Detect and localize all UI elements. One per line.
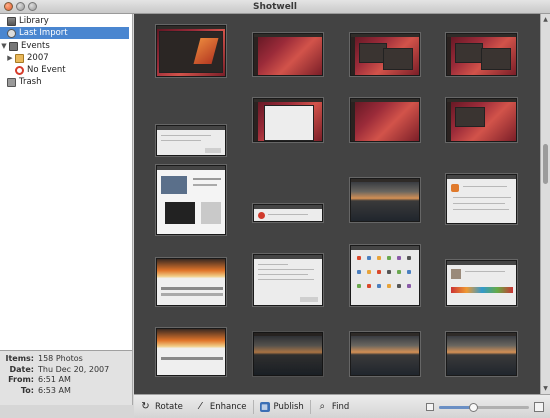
toolbar-separator [309, 399, 311, 414]
zoom-control [426, 402, 544, 412]
photo-grid[interactable] [134, 14, 540, 394]
photo-thumbnail[interactable] [253, 98, 323, 142]
photo-thumbnail[interactable] [253, 332, 323, 376]
sidebar-item-label: 2007 [27, 53, 49, 63]
toolbar-separator [252, 399, 254, 414]
sidebar-item-label: Trash [19, 77, 42, 87]
zoom-slider-handle[interactable] [469, 402, 479, 412]
publish-button[interactable]: ▦ Publish [259, 401, 304, 412]
info-date-row: Date: Thu Dec 20, 2007 [4, 365, 128, 376]
photo-thumbnail[interactable] [446, 260, 517, 306]
events-icon [9, 41, 18, 51]
info-from-row: From: 6:51 AM [4, 375, 128, 386]
window-title: Shotwell [253, 1, 297, 12]
title-bar: Shotwell [0, 0, 550, 14]
info-items-row: Items: 158 Photos [4, 354, 128, 365]
scroll-down-icon[interactable]: ▼ [542, 385, 549, 392]
info-value: Thu Dec 20, 2007 [38, 364, 110, 374]
expander-down-icon[interactable]: ▼ [1, 42, 7, 50]
publish-icon: ▦ [259, 401, 270, 412]
minimize-window-button[interactable] [16, 2, 25, 11]
photo-thumbnail[interactable] [156, 25, 226, 77]
sidebar-item-label: Last Import [19, 28, 68, 38]
no-event-icon [15, 65, 24, 75]
sidebar-item-library[interactable]: Library [7, 15, 49, 27]
sidebar-item-2007[interactable]: ▶ 2007 [7, 52, 49, 64]
import-icon [7, 28, 16, 38]
enhance-label: Enhance [209, 401, 247, 412]
find-label: Find [331, 401, 350, 412]
close-window-button[interactable] [4, 2, 13, 11]
sidebar-item-last-import[interactable]: Last Import [0, 27, 129, 39]
zoom-slider[interactable] [439, 402, 529, 412]
publish-label: Publish [273, 401, 304, 412]
info-key: Items: [5, 354, 34, 363]
sidebar-item-label: No Event [27, 65, 66, 75]
info-panel: Items: 158 Photos Date: Thu Dec 20, 2007… [0, 350, 133, 405]
photo-thumbnail[interactable] [156, 258, 226, 306]
window-controls [4, 2, 37, 11]
photo-thumbnail[interactable] [446, 332, 517, 376]
photo-thumbnail[interactable] [253, 204, 323, 222]
photo-thumbnail[interactable] [253, 33, 323, 76]
info-to-row: To: 6:53 AM [4, 386, 128, 397]
photo-thumbnail[interactable] [156, 125, 226, 156]
sidebar-item-no-event[interactable]: No Event [15, 64, 66, 76]
photo-thumbnail[interactable] [156, 165, 226, 235]
sidebar-item-label: Library [19, 16, 49, 26]
enhance-wand-icon: ⁄ [199, 401, 202, 412]
info-key: From: [8, 375, 34, 384]
library-icon [7, 16, 16, 26]
rotate-label: Rotate [155, 401, 183, 412]
zoom-out-icon[interactable] [426, 403, 434, 411]
photo-thumbnail[interactable] [156, 328, 226, 376]
photo-thumbnail[interactable] [446, 174, 517, 224]
photo-thumbnail[interactable] [446, 33, 517, 76]
zoom-in-icon[interactable] [534, 402, 544, 412]
expander-right-icon[interactable]: ▶ [7, 54, 13, 62]
info-key: To: [20, 385, 34, 395]
photo-thumbnail[interactable] [350, 98, 420, 142]
info-value: 158 Photos [38, 354, 83, 363]
sidebar-item-label: Events [21, 41, 50, 51]
zoom-slider-fill [439, 405, 474, 409]
trash-icon [7, 77, 16, 87]
info-key: Date: [9, 364, 35, 374]
folder-icon [15, 53, 24, 63]
photo-thumbnail[interactable] [350, 33, 420, 76]
sidebar-item-trash[interactable]: Trash [7, 76, 41, 88]
bottom-toolbar: ↻ Rotate ⁄ Enhance ▦ Publish ⌕ Find [134, 394, 550, 418]
scroll-up-icon[interactable]: ▲ [542, 16, 549, 23]
info-value: 6:51 AM [38, 375, 71, 384]
find-button[interactable]: ⌕ Find [317, 401, 350, 412]
rotate-button[interactable]: ↻ Rotate [140, 401, 183, 412]
search-icon: ⌕ [319, 401, 326, 412]
photo-thumbnail[interactable] [350, 245, 420, 306]
vertical-scrollbar[interactable]: ▲ ▼ [540, 14, 550, 394]
maximize-window-button[interactable] [28, 2, 37, 11]
sidebar: Library Last Import ▼ Events ▶ 2007 No E… [0, 14, 133, 350]
photo-thumbnail[interactable] [446, 98, 517, 142]
photo-thumbnail[interactable] [350, 178, 420, 222]
rotate-icon: ↻ [141, 401, 150, 412]
photo-thumbnail[interactable] [350, 332, 420, 376]
scrollbar-thumb[interactable] [543, 144, 548, 184]
sidebar-item-events[interactable]: ▼ Events [1, 40, 50, 52]
enhance-button[interactable]: ⁄ Enhance [195, 401, 247, 412]
photo-thumbnail[interactable] [253, 254, 323, 306]
info-value: 6:53 AM [38, 385, 71, 395]
